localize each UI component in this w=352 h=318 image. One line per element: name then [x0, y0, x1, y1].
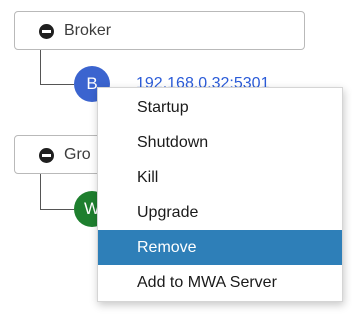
- group-label: Broker: [64, 22, 112, 39]
- collapse-icon[interactable]: [39, 148, 54, 163]
- menu-item-kill[interactable]: Kill: [98, 160, 342, 195]
- menu-item-shutdown[interactable]: Shutdown: [98, 125, 342, 160]
- tree-connector: [40, 209, 74, 210]
- menu-item-startup[interactable]: Startup: [98, 90, 342, 125]
- group-broker[interactable]: Broker: [14, 11, 305, 50]
- collapse-icon[interactable]: [39, 24, 54, 39]
- tree-connector: [40, 50, 41, 84]
- tree-connector: [40, 174, 41, 209]
- context-menu: Startup Shutdown Kill Upgrade Remove Add…: [97, 87, 343, 302]
- tree-connector: [40, 84, 74, 85]
- cluster-tree-view: Broker B 192.168.0.32:5301 Gro W Startup…: [0, 0, 352, 318]
- menu-item-add-to-mwa-server[interactable]: Add to MWA Server: [98, 265, 342, 300]
- group-label: Gro: [64, 146, 91, 163]
- menu-item-remove[interactable]: Remove: [98, 230, 342, 265]
- menu-item-upgrade[interactable]: Upgrade: [98, 195, 342, 230]
